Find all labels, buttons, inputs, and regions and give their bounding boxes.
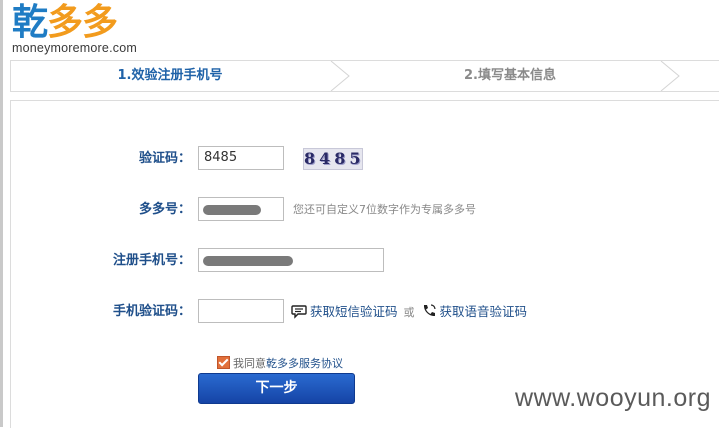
get-sms-code-link[interactable]: 获取短信验证码 [310, 304, 398, 319]
step-2-basic-info: 2.填写基本信息 [464, 68, 556, 83]
logo[interactable]: 乾多多 moneymoremore.com [12, 3, 137, 56]
duoduo-id-input[interactable] [198, 197, 284, 221]
captcha-row: 验证码： 8485 8485 [11, 146, 711, 172]
captcha-label: 验证码： [138, 151, 191, 166]
sms-code-row: 手机验证码： 获取短信验证码或 获取语音验证码 [11, 299, 711, 325]
next-step-button[interactable]: 下一步 [198, 373, 355, 404]
phone-row: 注册手机号： [11, 248, 711, 274]
redacted-value [203, 256, 293, 266]
chat-bubble-icon [291, 305, 307, 319]
agreement: 我同意乾多多服务协议 [217, 355, 343, 371]
sms-code-label: 手机验证码： [112, 304, 191, 319]
phone-icon [423, 304, 436, 317]
captcha-input[interactable]: 8485 [198, 146, 284, 170]
duoduo-id-hint: 您还可自定义7位数字作为专属多多号 [293, 203, 476, 216]
phone-label: 注册手机号： [112, 253, 191, 268]
agreement-checkbox[interactable] [217, 356, 230, 369]
duoduo-id-label: 多多号： [138, 202, 191, 217]
logo-char-duoduo: 多多 [47, 2, 118, 43]
redacted-value [203, 205, 261, 215]
watermark: www.wooyun.org [515, 384, 711, 412]
agreement-prefix: 我同意 [233, 357, 266, 370]
logo-domain: moneymoremore.com [12, 41, 137, 55]
get-voice-code-link[interactable]: 获取语音验证码 [440, 304, 528, 319]
chevron-right-icon [660, 61, 680, 91]
captcha-image[interactable]: 8485 [303, 148, 363, 170]
step-1-verify-phone: 1.效验注册手机号 [117, 68, 223, 83]
or-text: 或 [403, 306, 415, 319]
window-left-edge [0, 0, 3, 427]
service-agreement-link[interactable]: 乾多多服务协议 [266, 357, 343, 370]
step-indicator: 1.效验注册手机号 2.填写基本信息 [10, 60, 719, 92]
duoduo-id-row: 多多号： 您还可自定义7位数字作为专属多多号 [11, 197, 711, 223]
registration-form: 验证码： 8485 8485 多多号： 您还可自定义7位数字作为专属多多号 注册… [10, 100, 719, 428]
sms-code-input[interactable] [198, 299, 284, 323]
phone-input[interactable] [198, 248, 384, 272]
logo-mark: 乾多多 [12, 3, 137, 43]
code-actions: 获取短信验证码或 获取语音验证码 [291, 299, 527, 325]
chevron-right-icon [330, 61, 350, 91]
logo-char-qian: 乾 [12, 2, 48, 43]
